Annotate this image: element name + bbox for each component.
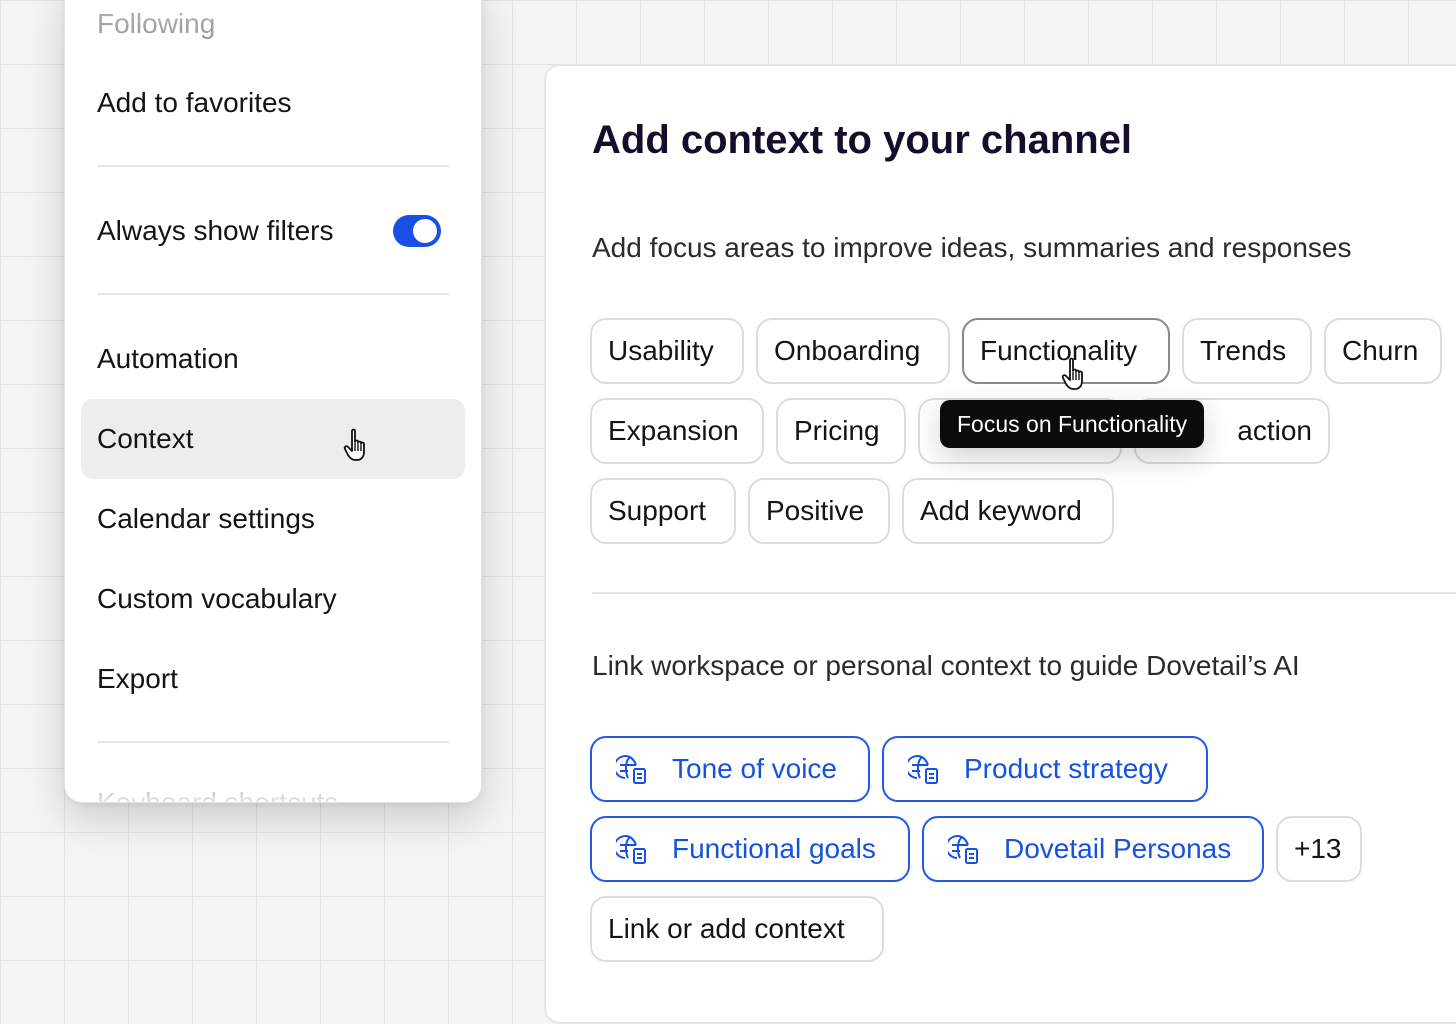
chip-label: Trends [1200,335,1287,366]
hand-pointer-cursor-icon [1061,357,1083,390]
menu-item-label: Custom vocabulary [97,583,337,614]
focus-chip-expansion[interactable]: Expansion [590,398,764,464]
chip-label: Pricing [794,415,880,446]
chip-label: Support [608,495,707,526]
focus-chip-pricing[interactable]: Pricing [776,398,906,464]
chip-label: Onboarding [774,335,921,366]
page-title: Add context to your channel [592,118,1133,162]
globe-doc-icon [616,835,646,864]
chip-label: Usability [608,335,714,366]
chip-label: Tone of voice [672,753,837,784]
menu-divider [97,293,449,295]
menu-item-label: Calendar settings [97,503,315,534]
section-divider [592,592,1456,594]
focus-chip-onboarding[interactable]: Onboarding [756,318,950,384]
focus-chip-usability[interactable]: Usability [590,318,744,384]
globe-doc-icon [948,835,978,864]
add-keyword-button[interactable]: Add keyword [902,478,1114,544]
context-chip-dovetail-personas[interactable]: Dovetail Personas [922,816,1264,882]
focus-chip-trends[interactable]: Trends [1182,318,1312,384]
menu-item-always-show-filters[interactable]: Always show filters [81,191,465,271]
focus-areas-description: Add focus areas to improve ideas, summar… [592,232,1352,263]
always-show-filters-toggle[interactable] [393,215,441,247]
globe-doc-icon [616,755,646,784]
context-chip-tone-of-voice[interactable]: Tone of voice [590,736,870,802]
context-chip-product-strategy[interactable]: Product strategy [882,736,1208,802]
link-or-add-context-button[interactable]: Link or add context [590,896,884,962]
menu-item-custom-vocabulary[interactable]: Custom vocabulary [81,559,465,639]
menu-item-keyboard-shortcuts[interactable]: Keyboard shortcuts [81,763,465,803]
menu-item-label: Context [97,423,194,454]
menu-item-add-to-favorites[interactable]: Add to favorites [81,63,465,143]
menu-item-calendar-settings[interactable]: Calendar settings [81,479,465,559]
menu-item-automation[interactable]: Automation [81,319,465,399]
menu-divider [97,741,449,743]
link-context-description: Link workspace or personal context to gu… [592,650,1300,681]
menu-item-label: Keyboard shortcuts [97,787,339,803]
chip-label: Add keyword [920,495,1082,526]
focus-chip-positive[interactable]: Positive [748,478,890,544]
menu-item-label: Always show filters [97,215,334,246]
chip-label: Expansion [608,415,739,446]
context-chip-functional-goals[interactable]: Functional goals [590,816,910,882]
chip-label: Functionality [980,335,1138,366]
menu-divider [97,165,449,167]
more-context-button[interactable]: +13 [1276,816,1362,882]
menu-item-label: Add to favorites [97,87,292,118]
menu-item-export[interactable]: Export [81,639,465,719]
menu-item-label: Export [97,663,178,694]
focus-chip-churn[interactable]: Churn [1324,318,1442,384]
menu-item-label: Following [97,8,216,39]
toggle-knob [413,219,437,243]
hand-pointer-cursor-icon [343,428,365,461]
chip-label: Link or add context [608,913,845,944]
more-count: +13 [1294,833,1342,864]
focus-chip-support[interactable]: Support [590,478,736,544]
chip-label: Positive [766,495,865,526]
globe-doc-icon [908,755,938,784]
menu-item-context[interactable]: Context [81,399,465,479]
chip-label: Product strategy [964,753,1168,784]
chip-label: Dovetail Personas [1004,833,1232,864]
channel-options-menu: Following Add to favorites Always show f… [64,0,482,803]
menu-item-following[interactable]: Following [81,0,465,64]
functionality-tooltip: Focus on Functionality [940,400,1205,448]
chip-label: Churn [1342,335,1419,366]
chip-label: action [1237,415,1312,446]
menu-item-label: Automation [97,343,239,374]
chip-label: Functional goals [672,833,876,864]
